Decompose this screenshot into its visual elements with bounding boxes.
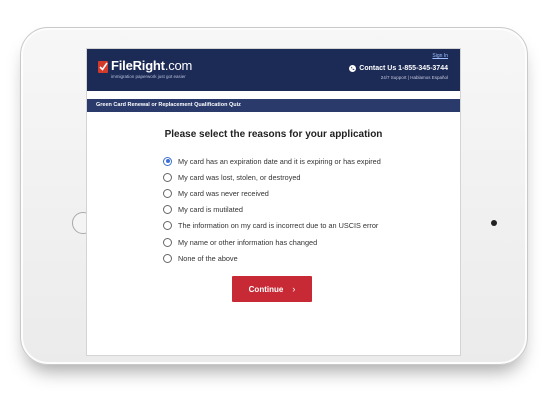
- option-name-changed[interactable]: My name or other information has changed: [163, 234, 381, 250]
- option-none[interactable]: None of the above: [163, 250, 381, 266]
- option-label: My card is mutilated: [178, 205, 243, 215]
- option-never-received[interactable]: My card was never received: [163, 185, 381, 201]
- quiz-title-bar: Green Card Renewal or Replacement Qualif…: [87, 99, 460, 112]
- phone-icon: [349, 65, 357, 72]
- contact-us-link[interactable]: Contact Us 1-855-345-3744: [349, 65, 448, 72]
- contact-label: Contact Us 1-855-345-3744: [359, 65, 448, 72]
- logo-suffix: .com: [164, 58, 193, 73]
- option-uscis-error[interactable]: The information on my card is incorrect …: [163, 218, 381, 234]
- radio-button[interactable]: [163, 221, 172, 231]
- continue-label: Continue: [248, 284, 284, 294]
- option-label: My card has an expiration date and it is…: [178, 156, 381, 166]
- logo[interactable]: FileRight.com immigration paperwork just…: [98, 59, 192, 79]
- camera-icon: [491, 220, 497, 226]
- logo-tagline: immigration paperwork just got easier: [111, 74, 186, 79]
- option-label: The information on my card is incorrect …: [178, 221, 379, 231]
- sign-in-link[interactable]: Sign In: [432, 53, 448, 59]
- reason-options: My card has an expiration date and it is…: [163, 153, 381, 266]
- logo-name: FileRight: [111, 58, 165, 73]
- radio-button-selected[interactable]: [163, 156, 172, 166]
- option-label: None of the above: [178, 253, 238, 263]
- radio-button[interactable]: [163, 205, 172, 215]
- logo-text: FileRight.com: [111, 59, 192, 73]
- option-label: My card was never received: [178, 188, 269, 198]
- site-header: FileRight.com immigration paperwork just…: [87, 49, 460, 91]
- support-text: 24/7 Support | Hablamos Español: [380, 75, 448, 80]
- option-expiring[interactable]: My card has an expiration date and it is…: [163, 153, 381, 169]
- checkmark-icon: [98, 61, 108, 73]
- option-label: My name or other information has changed: [178, 237, 318, 247]
- radio-button[interactable]: [163, 253, 172, 263]
- chevron-right-icon: ›: [292, 284, 296, 294]
- option-mutilated[interactable]: My card is mutilated: [163, 202, 381, 218]
- option-lost-stolen[interactable]: My card was lost, stolen, or destroyed: [163, 169, 381, 185]
- radio-button[interactable]: [163, 172, 172, 182]
- radio-button[interactable]: [163, 237, 172, 247]
- tablet-screen: FileRight.com immigration paperwork just…: [86, 48, 461, 356]
- radio-button[interactable]: [163, 188, 172, 198]
- continue-button[interactable]: Continue ›: [232, 276, 312, 302]
- question-heading: Please select the reasons for your appli…: [164, 129, 383, 140]
- option-label: My card was lost, stolen, or destroyed: [178, 172, 301, 182]
